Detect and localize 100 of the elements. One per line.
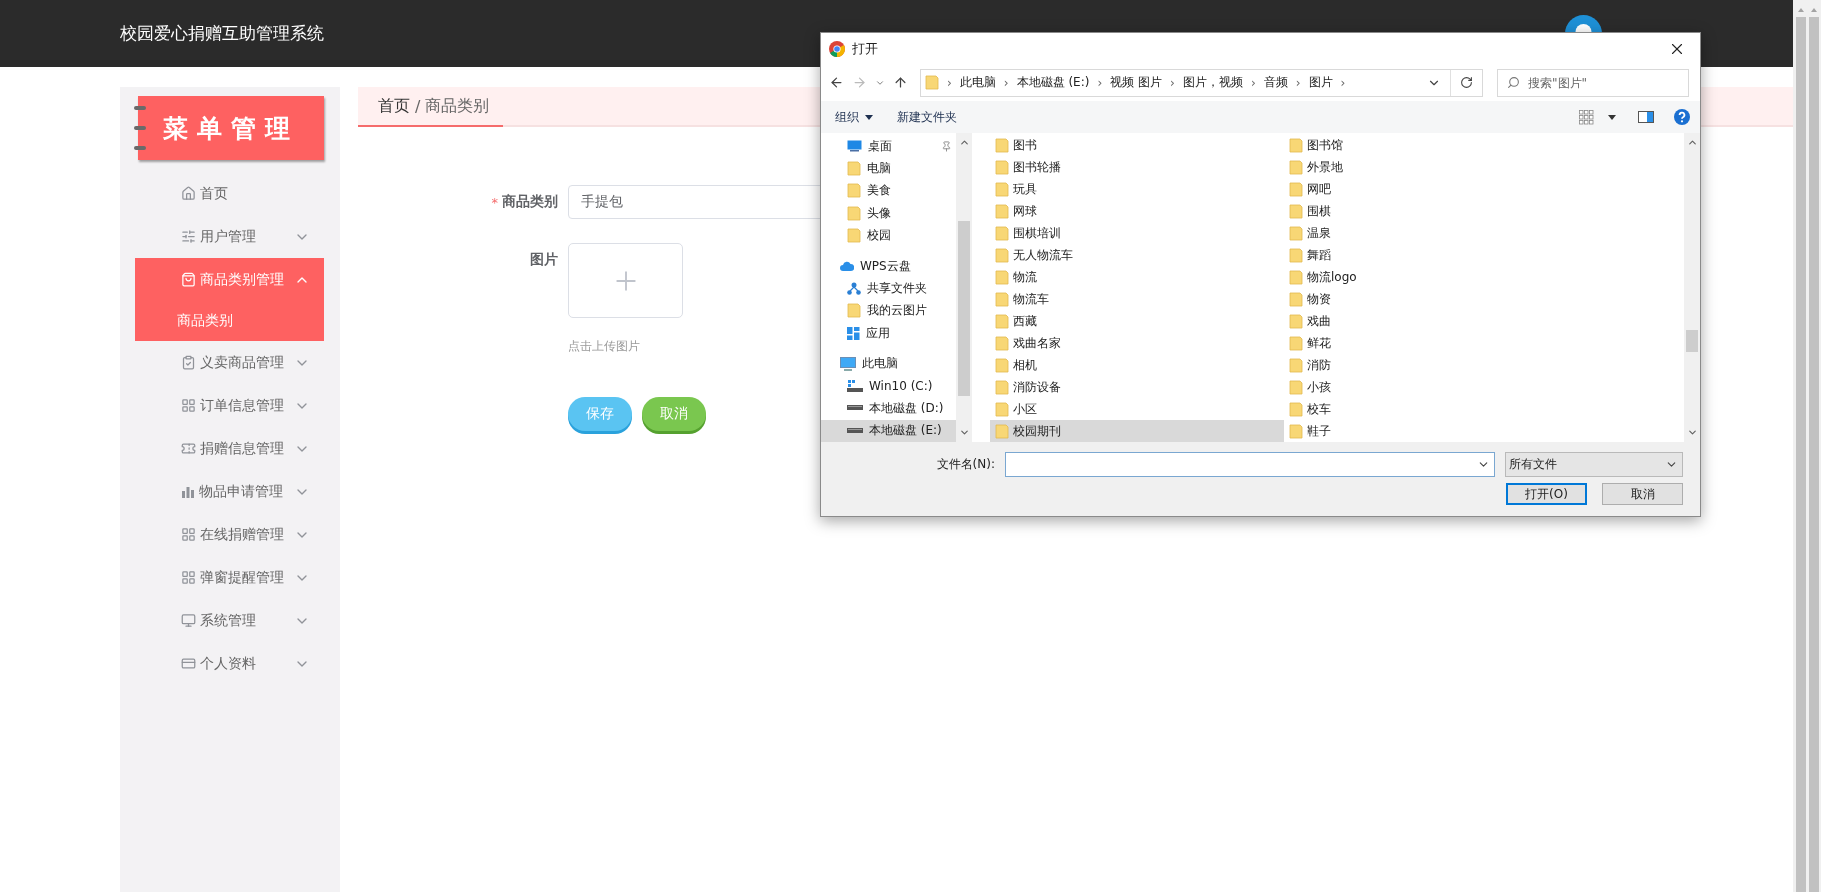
filename-field[interactable] xyxy=(1005,452,1495,477)
folder-item[interactable]: 消防 xyxy=(1284,354,1418,376)
view-icon[interactable] xyxy=(1579,109,1594,125)
scroll-down-icon[interactable] xyxy=(1686,427,1698,438)
folder-item[interactable]: 外景地 xyxy=(1284,156,1418,178)
folder-icon xyxy=(1289,181,1303,197)
folder-icon xyxy=(995,247,1009,263)
caret-icon[interactable] xyxy=(865,114,873,120)
new-folder-button[interactable]: 新建文件夹 xyxy=(897,108,957,126)
menu-item[interactable]: 系统管理 xyxy=(135,599,324,642)
menu-item[interactable]: 义卖商品管理 xyxy=(135,341,324,384)
preview-pane-icon[interactable] xyxy=(1638,111,1654,123)
path-segment[interactable]: 图片 xyxy=(1308,74,1333,91)
scroll-thumb[interactable] xyxy=(958,221,970,396)
folder-item[interactable]: 图书馆 xyxy=(1284,134,1418,156)
cancel-button[interactable]: 取消 xyxy=(1602,483,1683,505)
scrollbar[interactable] xyxy=(1684,133,1700,442)
folder-icon xyxy=(1289,269,1303,285)
folder-item[interactable]: 图书 xyxy=(990,134,1124,156)
folder-item[interactable]: 物资 xyxy=(1284,288,1418,310)
folder-item[interactable]: 围棋培训 xyxy=(990,222,1124,244)
folder-icon xyxy=(1289,225,1303,241)
scrollbar[interactable] xyxy=(956,133,972,442)
menu-item[interactable]: 在线捐赠管理 xyxy=(135,513,324,556)
menu-item[interactable]: 用户管理 xyxy=(135,215,324,258)
folder-item[interactable]: 戏曲名家 xyxy=(990,332,1124,354)
refresh-icon[interactable] xyxy=(1460,76,1473,89)
menu-item[interactable]: 首页 xyxy=(135,172,324,215)
monitor-icon xyxy=(181,613,196,628)
folder-item[interactable]: 舞蹈 xyxy=(1284,244,1418,266)
folder-item[interactable]: 网吧 xyxy=(1284,178,1418,200)
folder-icon xyxy=(995,269,1009,285)
folder-item[interactable]: 小区 xyxy=(990,398,1124,420)
folder-item[interactable]: 网球 xyxy=(990,200,1124,222)
folder-item[interactable]: 玩具 xyxy=(990,178,1124,200)
folder-item[interactable]: 校园期刊 xyxy=(990,420,1284,442)
caret-icon[interactable] xyxy=(1608,114,1616,120)
nav-item[interactable]: 我的云图片 xyxy=(821,299,956,323)
folder-item[interactable]: 物流车 xyxy=(990,288,1124,310)
folder-item[interactable]: 物流logo xyxy=(1284,266,1418,288)
menu-item[interactable]: 弹窗提醒管理 xyxy=(135,556,324,599)
search-field[interactable]: 搜索"图片" xyxy=(1497,68,1689,97)
folder-item[interactable]: 相机 xyxy=(990,354,1124,376)
menu-item[interactable]: 捐赠信息管理 xyxy=(135,427,324,470)
path-separator: › xyxy=(1003,75,1009,90)
field-label: 图片 xyxy=(530,251,558,269)
nav-item[interactable]: 桌面 xyxy=(821,135,956,158)
folder-icon xyxy=(995,335,1009,351)
nav-item[interactable]: 美食 xyxy=(821,179,956,203)
menu-item[interactable]: 订单信息管理 xyxy=(135,384,324,427)
folder-item[interactable]: 校车 xyxy=(1284,398,1418,420)
nav-item[interactable]: WPS云盘 xyxy=(821,254,956,278)
nav-item[interactable]: 应用 xyxy=(821,322,956,345)
nav-item[interactable]: 头像 xyxy=(821,202,956,225)
folder-icon xyxy=(1289,423,1303,439)
nav-item[interactable]: 此电脑 xyxy=(821,352,956,375)
file-type-dropdown[interactable]: 所有文件 xyxy=(1505,452,1683,477)
folder-item[interactable]: 无人物流车 xyxy=(990,244,1124,266)
path-segment[interactable]: 视频 图片 xyxy=(1110,74,1163,91)
folder-item[interactable]: 小孩 xyxy=(1284,376,1418,398)
path-segment[interactable]: 图片，视频 xyxy=(1182,74,1243,91)
breadcrumb-link[interactable]: 商品类别 xyxy=(425,95,490,117)
folder-icon xyxy=(847,205,861,221)
folder-item[interactable]: 鲜花 xyxy=(1284,332,1418,354)
nav-item[interactable]: 校园 xyxy=(821,224,956,247)
nav-item[interactable]: Win10 (C:) xyxy=(821,374,956,398)
folder-item[interactable]: 消防设备 xyxy=(990,376,1124,398)
folder-item[interactable]: 西藏 xyxy=(990,310,1124,332)
address-bar[interactable]: › 此电脑 › 本地磁盘 (E:) › 视频 图片 › 图片，视频 › 音频 › 图片 › xyxy=(920,68,1483,97)
open-button[interactable]: 打开(O) xyxy=(1506,483,1587,505)
menu-item[interactable]: 个人资料 xyxy=(135,642,324,685)
bar-chart-icon xyxy=(181,484,195,499)
breadcrumb-separator: / xyxy=(415,96,421,116)
desktop-icon xyxy=(847,140,862,153)
scroll-down-icon[interactable] xyxy=(958,427,970,438)
menu-item[interactable]: 物品申请管理 xyxy=(135,470,324,513)
folder-item[interactable]: 温泉 xyxy=(1284,222,1418,244)
nav-item[interactable]: 本地磁盘 (D:) xyxy=(821,397,956,420)
folder-item[interactable]: 鞋子 xyxy=(1284,420,1418,442)
help-icon[interactable] xyxy=(1674,109,1690,125)
folder-item[interactable]: 物流 xyxy=(990,266,1124,288)
folder-icon xyxy=(1289,335,1303,351)
nav-item[interactable]: 共享文件夹 xyxy=(821,277,956,300)
nav-item[interactable]: 本地磁盘 (E:) xyxy=(821,419,956,442)
breadcrumb-link[interactable]: 首页 xyxy=(378,95,410,117)
upload-hint: 点击上传图片 xyxy=(568,338,641,355)
nav-item[interactable]: 电脑 xyxy=(821,157,956,180)
folder-item[interactable]: 图书轮播 xyxy=(990,156,1124,178)
folder-item[interactable]: 围棋 xyxy=(1284,200,1418,222)
scrollbar-drawing[interactable] xyxy=(1793,0,1821,892)
organize-button[interactable]: 组织 xyxy=(835,108,873,126)
scroll-thumb[interactable] xyxy=(1686,330,1698,352)
browser-icon xyxy=(829,40,845,57)
path-separator: › xyxy=(1340,75,1346,90)
path-segment[interactable]: 音频 xyxy=(1263,74,1288,91)
folder-icon xyxy=(995,423,1009,439)
path-segment[interactable]: 此电脑 xyxy=(959,74,996,91)
folder-item[interactable]: 戏曲 xyxy=(1284,310,1418,332)
apps-icon xyxy=(847,326,860,340)
path-segment[interactable]: 本地磁盘 (E:) xyxy=(1016,74,1090,91)
